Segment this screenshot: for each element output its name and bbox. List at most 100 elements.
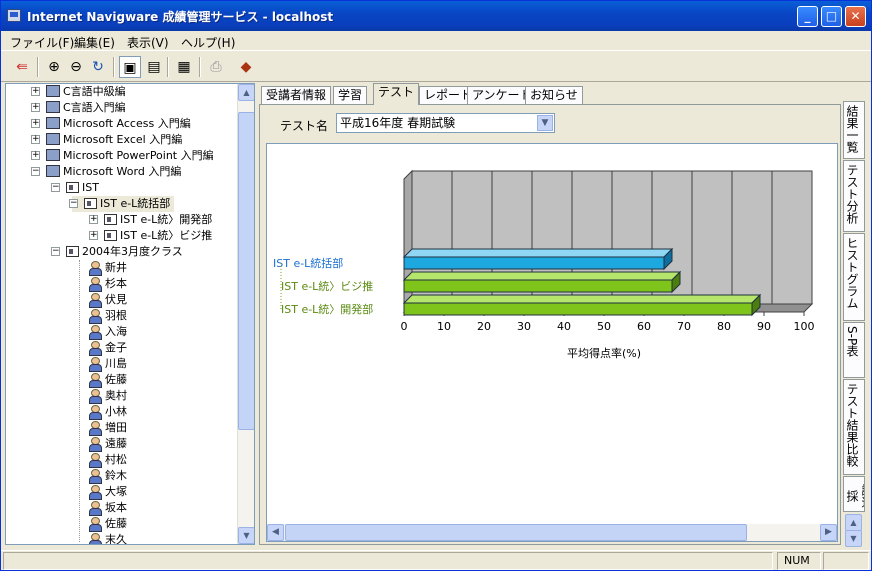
tree-student[interactable]: 奥村 bbox=[88, 388, 127, 404]
menu-help[interactable]: ヘルプ(H) bbox=[181, 34, 235, 51]
tree-student[interactable]: 杉本 bbox=[88, 276, 127, 292]
tree-scrollbar[interactable]: ▲ ▼ bbox=[237, 84, 254, 544]
tree-student[interactable]: 羽根 bbox=[88, 308, 127, 324]
vtab-test-comparison[interactable]: テスト結果比較 bbox=[843, 379, 865, 475]
tab-learning[interactable]: 学習 bbox=[333, 86, 368, 105]
tab-test[interactable]: テスト bbox=[373, 83, 420, 105]
book-icon[interactable]: ◆ bbox=[235, 56, 257, 78]
scroll-thumb[interactable] bbox=[238, 112, 254, 430]
tree-student[interactable]: 入海 bbox=[88, 324, 127, 340]
collapse-icon[interactable]: − bbox=[51, 183, 60, 192]
menu-bar: ファイル(F) 編集(E) 表示(V) ヘルプ(H) bbox=[1, 31, 871, 51]
class-icon bbox=[66, 246, 79, 257]
bar bbox=[403, 279, 673, 293]
tree-student[interactable]: 末久 bbox=[88, 532, 127, 544]
tree-student[interactable]: 遠藤 bbox=[88, 436, 127, 452]
tree-org-child-selected[interactable]: − IST e-L統括部 bbox=[69, 196, 175, 212]
x-tick-label: 20 bbox=[477, 320, 491, 333]
vtab-histogram[interactable]: ヒストグラム bbox=[843, 233, 865, 321]
scroll-right-icon[interactable]: ▶ bbox=[820, 524, 837, 541]
expand-icon[interactable]: + bbox=[89, 215, 98, 224]
collapse-icon[interactable]: − bbox=[51, 247, 60, 256]
test-name-label: テスト名 bbox=[280, 119, 329, 133]
vtab-sp-table[interactable]: S-P表 bbox=[843, 322, 865, 378]
tree-student[interactable]: 新井 bbox=[88, 260, 127, 276]
test-name-select[interactable]: 平成16年度 春期試験 ▼ bbox=[336, 113, 555, 133]
tree-org-grandchild[interactable]: + IST e-L統〉ビジ推 bbox=[89, 228, 212, 244]
expand-icon[interactable]: + bbox=[31, 119, 40, 128]
window-title: Internet Navigware 成績管理サービス - localhost bbox=[27, 10, 334, 24]
x-tick-label: 10 bbox=[437, 320, 451, 333]
view-mode-1-icon[interactable]: ▣ bbox=[119, 56, 141, 78]
scroll-left-icon[interactable]: ◀ bbox=[267, 524, 284, 541]
close-icon[interactable]: ✕ bbox=[845, 6, 866, 27]
menu-edit[interactable]: 編集(E) bbox=[74, 34, 115, 51]
chart-hscrollbar[interactable]: ◀ ▶ bbox=[267, 524, 837, 541]
scroll-down-icon[interactable]: ▼ bbox=[238, 527, 254, 544]
tree-course[interactable]: + Microsoft Excel 入門編 bbox=[31, 132, 182, 148]
tree-student[interactable]: 大塚 bbox=[88, 484, 127, 500]
user-icon bbox=[88, 357, 102, 372]
navigation-tree[interactable]: + C言語中級編 + C言語入門編 + Microsoft Access 入門編 + M… bbox=[5, 83, 255, 545]
tree-course[interactable]: + C言語中級編 bbox=[31, 84, 126, 100]
group-icon bbox=[84, 198, 97, 209]
x-tick-label: 70 bbox=[677, 320, 691, 333]
expand-icon[interactable]: + bbox=[31, 87, 40, 96]
group-icon bbox=[104, 214, 117, 225]
expand-icon[interactable]: + bbox=[31, 151, 40, 160]
user-icon bbox=[88, 469, 102, 484]
refresh-icon[interactable]: ↻ bbox=[87, 56, 109, 78]
maximize-icon[interactable]: □ bbox=[821, 6, 842, 27]
collapse-icon[interactable]: − bbox=[31, 167, 40, 176]
zoom-out-icon[interactable]: ⊖ bbox=[65, 56, 87, 78]
bar bbox=[403, 302, 753, 316]
tree-student[interactable]: 佐藤 bbox=[88, 516, 127, 532]
tree-student[interactable]: 川島 bbox=[88, 356, 127, 372]
tab-notice[interactable]: お知らせ bbox=[525, 86, 583, 105]
tree-course[interactable]: + C言語入門編 bbox=[31, 100, 126, 116]
expand-icon[interactable]: + bbox=[89, 231, 98, 240]
expand-icon[interactable]: + bbox=[31, 135, 40, 144]
minimize-icon[interactable]: _ bbox=[797, 6, 818, 27]
expand-icon[interactable]: + bbox=[31, 103, 40, 112]
vtab-scroll-down-icon[interactable]: ▼ bbox=[845, 530, 862, 547]
toolbar: ⇚ ⊕ ⊖ ↻ ▣ ▤ ▦ ⎙ ◆ bbox=[1, 52, 871, 82]
hscroll-thumb[interactable] bbox=[285, 524, 747, 541]
report-icon[interactable]: ▦ bbox=[173, 56, 195, 78]
tree-student[interactable]: 小林 bbox=[88, 404, 127, 420]
menu-file[interactable]: ファイル(F) bbox=[10, 34, 74, 51]
menu-view[interactable]: 表示(V) bbox=[127, 34, 169, 51]
print-icon: ⎙ bbox=[210, 59, 222, 75]
vtab-test-analysis[interactable]: テスト分析 bbox=[843, 160, 865, 232]
status-extra bbox=[823, 552, 869, 570]
tree-org[interactable]: − IST bbox=[51, 180, 99, 196]
tree-student[interactable]: 村松 bbox=[88, 452, 127, 468]
tree-student[interactable]: 佐藤 bbox=[88, 372, 127, 388]
tab-student-info[interactable]: 受講者情報 bbox=[261, 86, 332, 105]
tree-class[interactable]: −2004年3月度クラス bbox=[51, 244, 183, 260]
course-icon bbox=[46, 117, 60, 129]
tree-student[interactable]: 伏見 bbox=[88, 292, 127, 308]
x-tick-label: 30 bbox=[517, 320, 531, 333]
vtab-result-list[interactable]: 結果一覧 bbox=[843, 101, 865, 159]
chevron-down-icon[interactable]: ▼ bbox=[537, 115, 553, 131]
tree-student[interactable]: 増田 bbox=[88, 420, 127, 436]
collapse-icon[interactable]: − bbox=[69, 199, 78, 208]
tree-org-grandchild[interactable]: + IST e-L統〉開発部 bbox=[89, 212, 212, 228]
app-window: Internet Navigware 成績管理サービス - localhost … bbox=[0, 0, 872, 571]
tree-course[interactable]: + Microsoft PowerPoint 入門編 bbox=[31, 148, 214, 164]
tree-course[interactable]: − Microsoft Word 入門編 bbox=[31, 164, 181, 180]
exit-icon[interactable]: ⇚ bbox=[11, 56, 33, 78]
category-label: IST e-L統括部 bbox=[273, 256, 343, 270]
tree-course[interactable]: + Microsoft Access 入門編 bbox=[31, 116, 191, 132]
scroll-up-icon[interactable]: ▲ bbox=[238, 84, 254, 101]
tree-student[interactable]: 金子 bbox=[88, 340, 127, 356]
view-mode-2-icon[interactable]: ▤ bbox=[143, 56, 165, 78]
x-tick-label: 40 bbox=[557, 320, 571, 333]
vtab-scroll-up-icon[interactable]: ▲ bbox=[845, 514, 862, 531]
tree-student[interactable]: 坂本 bbox=[88, 500, 127, 516]
vtab-essay-grading[interactable]: 論述採 bbox=[843, 476, 865, 512]
tab-strip: 受講者情報 学習 テスト レポート アンケート お知らせ bbox=[259, 83, 839, 105]
zoom-in-icon[interactable]: ⊕ bbox=[43, 56, 65, 78]
tree-student[interactable]: 鈴木 bbox=[88, 468, 127, 484]
